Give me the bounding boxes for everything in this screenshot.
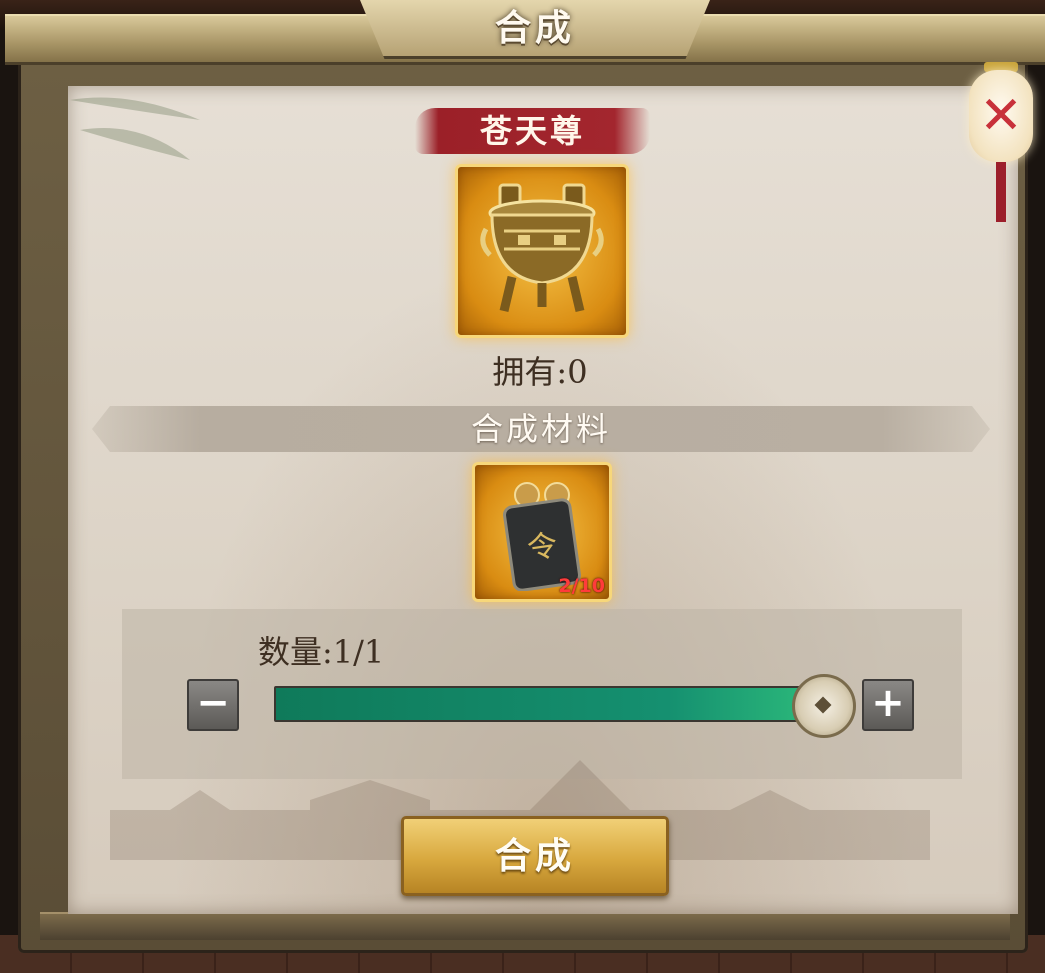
svg-text:令: 令 bbox=[525, 528, 560, 567]
close-button[interactable]: ✕ bbox=[966, 62, 1036, 222]
quantity-slider-handle[interactable] bbox=[792, 674, 856, 738]
increase-quantity-button[interactable]: + bbox=[862, 679, 914, 731]
item-name: 苍天尊 bbox=[479, 112, 585, 150]
bamboo-leaf-decoration bbox=[70, 97, 200, 160]
material-slot[interactable]: 令 2/10 bbox=[472, 462, 612, 602]
owned-count: 拥有:0 bbox=[492, 353, 588, 391]
quantity-slider[interactable] bbox=[274, 686, 838, 722]
bronze-tripod-icon bbox=[480, 183, 604, 313]
lantern-tassel bbox=[996, 162, 1006, 222]
dialog-title: 合成 bbox=[494, 7, 575, 49]
materials-section-title: 合成材料 bbox=[470, 410, 611, 448]
material-count: 2/10 bbox=[558, 575, 605, 597]
synthesize-button-label: 合成 bbox=[494, 835, 575, 877]
target-item-slot[interactable] bbox=[455, 164, 629, 338]
quantity-label: 数量:1/1 bbox=[258, 633, 385, 671]
synthesize-button[interactable]: 合成 bbox=[401, 816, 669, 896]
frame-bottom-bar bbox=[40, 912, 1010, 940]
close-icon: ✕ bbox=[979, 86, 1023, 146]
coin-hole-icon bbox=[814, 696, 832, 714]
decrease-quantity-button[interactable]: − bbox=[187, 679, 239, 731]
quantity-slider-fill bbox=[276, 688, 836, 720]
